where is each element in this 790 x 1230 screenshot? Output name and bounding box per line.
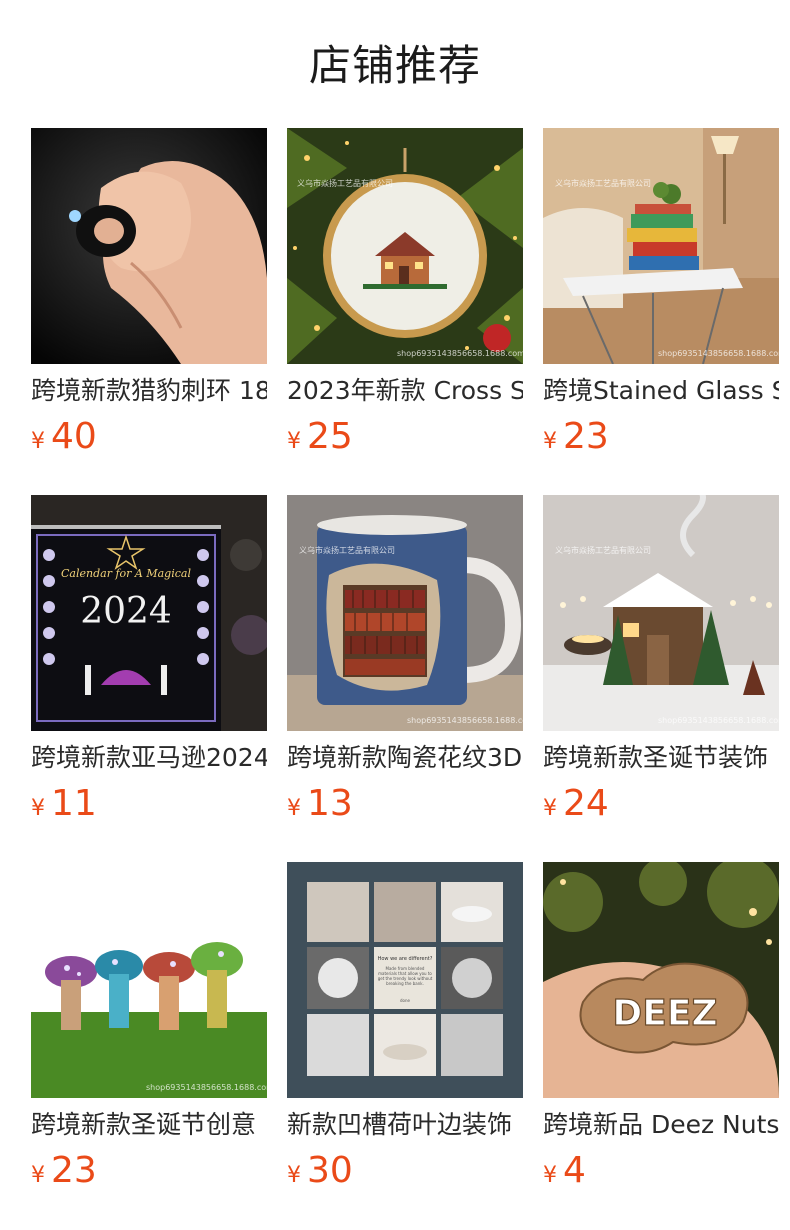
product-image-bookshelf-mug[interactable]: 义乌市焱扬工艺品有限公司 shop6935143856658.1688.com xyxy=(287,495,523,731)
product-card[interactable]: 跨境新款猎豹刺环 18 ¥40 xyxy=(31,128,267,468)
calendar-title: Calendar for A Magical xyxy=(61,567,191,580)
product-price: ¥23 xyxy=(543,415,609,459)
watermark-text: 义乌市焱扬工艺品有限公司 xyxy=(297,178,393,188)
product-card[interactable]: 义乌市焱扬工艺品有限公司 shop6935143856658.1688.com … xyxy=(543,495,779,835)
page-title: 店铺推荐 xyxy=(308,41,481,90)
price-value: 23 xyxy=(51,1150,97,1191)
product-name[interactable]: 跨境新款亚马逊2024 xyxy=(31,740,267,776)
product-name[interactable]: 新款凹槽荷叶边装饰 xyxy=(287,1107,523,1143)
calendar-year: 2024 xyxy=(80,591,172,632)
product-price: ¥4 xyxy=(543,1149,586,1193)
product-card[interactable]: Calendar for A Magical 2024 跨境新款亚马逊2024 … xyxy=(31,495,267,835)
product-price: ¥23 xyxy=(31,1149,97,1193)
watermark-text: 义乌市焱扬工艺品有限公司 xyxy=(555,178,651,188)
watermark-text: shop6935143856658.1688.com xyxy=(658,716,779,725)
currency-symbol: ¥ xyxy=(543,796,557,821)
product-name[interactable]: 跨境新款圣诞节创意 xyxy=(31,1107,267,1143)
product-price: ¥30 xyxy=(287,1149,353,1193)
product-card[interactable]: 义乌市焱扬工艺品有限公司 shop6935143856658.1688.com … xyxy=(287,495,523,835)
price-value: 24 xyxy=(563,783,609,824)
product-price: ¥24 xyxy=(543,782,609,826)
price-value: 40 xyxy=(51,416,97,457)
product-price: ¥13 xyxy=(287,782,353,826)
price-value: 4 xyxy=(563,1150,586,1191)
product-name[interactable]: 跨境新款猎豹刺环 18 xyxy=(31,373,267,409)
product-card[interactable]: DEEZ 跨境新品 Deez Nuts ¥4 xyxy=(543,862,779,1202)
watermark-text: shop6935143856658.1688.com xyxy=(658,349,779,358)
product-image-mushroom-figurines[interactable]: 义乌市焱扬工艺品有限公司 shop6935143856658.1688.com xyxy=(31,862,267,1098)
currency-symbol: ¥ xyxy=(543,429,557,454)
currency-symbol: ¥ xyxy=(287,429,301,454)
currency-symbol: ¥ xyxy=(31,429,45,454)
product-image-ruffle-tray-collage[interactable]: How we are different? Made from blended … xyxy=(287,862,523,1098)
collage-heading: How we are different? xyxy=(378,956,433,962)
product-name[interactable]: 跨境新款圣诞节装饰 xyxy=(543,740,779,776)
currency-symbol: ¥ xyxy=(543,1163,557,1188)
product-image-black-ring[interactable] xyxy=(31,128,267,364)
currency-symbol: ¥ xyxy=(287,1163,301,1188)
product-image-deez-peanut[interactable]: DEEZ xyxy=(543,862,779,1098)
product-card[interactable]: 义乌市焱扬工艺品有限公司 shop6935143856658.1688.com … xyxy=(543,128,779,468)
shop-recommendations-page: 店铺推荐 跨境新款猎豹刺环 18 ¥ 40 义乌市焱扬工艺品有限公司 shop6… xyxy=(0,0,790,1230)
collage-button: done xyxy=(400,998,411,1003)
watermark-text: 义乌市焱扬工艺品有限公司 xyxy=(43,912,139,922)
product-card[interactable]: 义乌市焱扬工艺品有限公司 shop6935143856658.1688.com … xyxy=(287,128,523,468)
product-image-stained-glass-books[interactable]: 义乌市焱扬工艺品有限公司 shop6935143856658.1688.com xyxy=(543,128,779,364)
price-value: 30 xyxy=(307,1150,353,1191)
watermark-text: 义乌市焱扬工艺品有限公司 xyxy=(299,545,395,555)
price-value: 11 xyxy=(51,783,97,824)
collage-text: Made from blended materials that allow y… xyxy=(377,966,433,986)
watermark-text: shop6935143856658.1688.com xyxy=(146,1083,267,1092)
product-card[interactable]: How we are different? Made from blended … xyxy=(287,862,523,1202)
product-price: ¥40 xyxy=(31,415,97,459)
watermark-text: shop6935143856658.1688.com xyxy=(407,716,523,725)
price-value: 25 xyxy=(307,416,353,457)
price-value: 13 xyxy=(307,783,353,824)
product-name[interactable]: 跨境Stained Glass S xyxy=(543,373,779,409)
product-price: ¥25 xyxy=(287,415,353,459)
product-image-cross-stitch[interactable]: 义乌市焱扬工艺品有限公司 shop6935143856658.1688.com xyxy=(287,128,523,364)
price-value: 23 xyxy=(563,416,609,457)
product-card[interactable]: 义乌市焱扬工艺品有限公司 shop6935143856658.1688.com … xyxy=(31,862,267,1202)
watermark-text: shop6935143856658.1688.com xyxy=(397,349,523,358)
product-image-snow-cabin[interactable]: 义乌市焱扬工艺品有限公司 shop6935143856658.1688.com xyxy=(543,495,779,731)
product-name[interactable]: 跨境新品 Deez Nuts xyxy=(543,1107,779,1143)
product-image-magical-calendar[interactable]: Calendar for A Magical 2024 xyxy=(31,495,267,731)
watermark-text: 义乌市焱扬工艺品有限公司 xyxy=(555,545,651,555)
peanut-text: DEEZ xyxy=(612,993,717,1034)
product-price: ¥11 xyxy=(31,782,97,826)
currency-symbol: ¥ xyxy=(31,796,45,821)
product-name[interactable]: 2023年新款 Cross S xyxy=(287,373,523,409)
currency-symbol: ¥ xyxy=(31,1163,45,1188)
currency-symbol: ¥ xyxy=(287,796,301,821)
product-name[interactable]: 跨境新款陶瓷花纹3D xyxy=(287,740,523,776)
